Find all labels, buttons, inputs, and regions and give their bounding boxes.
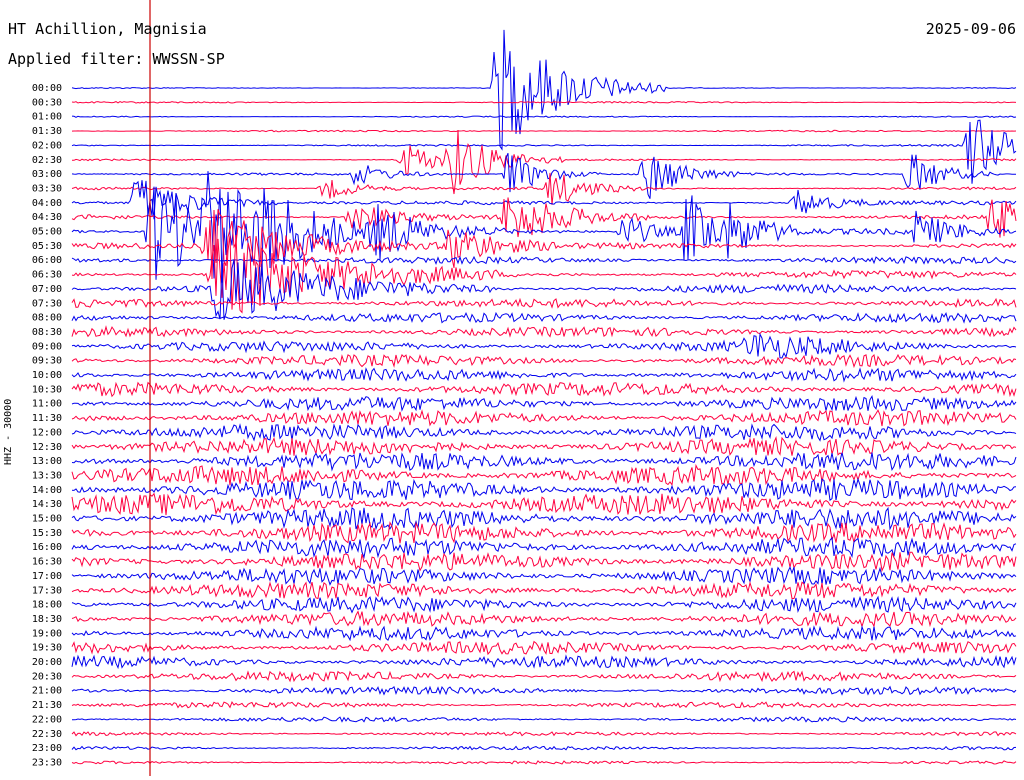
tick-label-0900: 09:00 <box>32 341 62 352</box>
tick-label-group: 00:00 00:30 01:00 01:30 02:00 02:30 03:00 03:30… <box>32 83 62 768</box>
trace-line-1330 <box>71 463 1017 486</box>
trace-line-1730 <box>71 581 1017 600</box>
tick-label-2000: 20:00 <box>32 657 62 668</box>
tick-label-1130: 11:30 <box>32 413 62 424</box>
trace-line-0100 <box>71 115 1017 118</box>
tick-label-0430: 04:30 <box>32 212 62 223</box>
trace-line-1230 <box>71 436 1017 456</box>
trace-line-1600 <box>71 536 1017 560</box>
trace-line-2200 <box>72 716 1017 723</box>
trace-line-1130 <box>71 409 1017 427</box>
tick-label-1300: 13:00 <box>32 456 62 467</box>
trace-line-0230 <box>72 129 1017 195</box>
channel-label: HHZ - 30000 <box>3 398 14 465</box>
tick-label-0730: 07:30 <box>32 298 62 309</box>
trace-line-1800 <box>71 595 1017 614</box>
tick-label-2030: 20:30 <box>32 671 62 682</box>
tick-label-1330: 13:30 <box>32 470 62 481</box>
trace-line-1500 <box>71 506 1017 531</box>
trace-line-2330 <box>71 760 1017 765</box>
tick-label-1400: 14:00 <box>32 485 62 496</box>
tick-label-1700: 17:00 <box>32 571 62 582</box>
trace-line-0330 <box>71 172 1017 205</box>
trace-line-2100 <box>71 685 1017 696</box>
trace-line-1430 <box>71 492 1017 516</box>
tick-label-1600: 16:00 <box>32 542 62 553</box>
trace-line-2230 <box>71 731 1017 737</box>
tick-label-0200: 02:00 <box>32 140 62 151</box>
trace-line-1630 <box>71 551 1017 573</box>
tick-label-0800: 08:00 <box>32 313 62 324</box>
trace-line-2300 <box>71 745 1017 751</box>
tick-label-1000: 10:00 <box>32 370 62 381</box>
tick-label-1430: 14:30 <box>32 499 62 510</box>
tick-label-2100: 21:00 <box>32 686 62 697</box>
trace-line-0800 <box>71 311 1017 324</box>
trace-line-1400 <box>71 477 1017 502</box>
tick-label-1630: 16:30 <box>32 557 62 568</box>
trace-line-1300 <box>71 452 1017 472</box>
trace-line-2130 <box>71 701 1017 709</box>
seismogram-view: 00:00 00:30 01:00 01:30 02:00 02:30 03:00 03:30… <box>0 0 1024 780</box>
tick-label-0600: 06:00 <box>32 255 62 266</box>
tick-label-2300: 23:00 <box>32 743 62 754</box>
trace-line-1900 <box>71 624 1017 642</box>
tick-label-2200: 22:00 <box>32 714 62 725</box>
tick-label-0100: 01:00 <box>32 112 62 123</box>
tick-label-1930: 19:30 <box>32 643 62 654</box>
trace-line-2000 <box>71 654 1017 670</box>
tick-label-1730: 17:30 <box>32 585 62 596</box>
tick-label-1530: 15:30 <box>32 528 62 539</box>
tick-label-0930: 09:30 <box>32 356 62 367</box>
tick-label-0000: 00:00 <box>32 83 62 94</box>
tick-label-0330: 03:30 <box>32 183 62 194</box>
filter-subtitle: Applied filter: WWSSN-SP <box>8 50 225 68</box>
trace-line-2030 <box>71 670 1017 683</box>
trace-line-1000 <box>71 367 1017 383</box>
tick-label-1800: 18:00 <box>32 600 62 611</box>
trace-line-1100 <box>71 395 1017 412</box>
tick-label-2130: 21:30 <box>32 700 62 711</box>
trace-line-0130 <box>71 129 1017 133</box>
tick-label-1200: 12:00 <box>32 427 62 438</box>
trace-group <box>71 29 1017 765</box>
tick-label-1900: 19:00 <box>32 628 62 639</box>
station-title: HT Achillion, Magnisia <box>8 20 207 38</box>
tick-label-0130: 01:30 <box>32 126 62 137</box>
tick-label-2230: 22:30 <box>32 729 62 740</box>
tick-label-0530: 05:30 <box>32 241 62 252</box>
tick-label-0300: 03:00 <box>32 169 62 180</box>
trace-line-1700 <box>71 566 1017 586</box>
helicorder-plot: 00:00 00:30 01:00 01:30 02:00 02:30 03:00 03:30… <box>32 0 1017 776</box>
tick-label-2330: 23:30 <box>32 757 62 768</box>
tick-label-1830: 18:30 <box>32 614 62 625</box>
trace-line-1830 <box>71 610 1017 629</box>
trace-line-1200 <box>71 423 1017 442</box>
trace-line-0830 <box>71 325 1017 338</box>
tick-label-1030: 10:30 <box>32 384 62 395</box>
trace-line-1930 <box>71 640 1017 656</box>
tick-label-0500: 05:00 <box>32 227 62 238</box>
trace-line-1030 <box>71 381 1017 398</box>
trace-line-1530 <box>71 521 1017 544</box>
date-label: 2025-09-06 <box>925 20 1016 38</box>
tick-label-0830: 08:30 <box>32 327 62 338</box>
tick-label-0400: 04:00 <box>32 198 62 209</box>
tick-label-0030: 00:30 <box>32 97 62 108</box>
tick-label-1500: 15:00 <box>32 514 62 525</box>
tick-label-1100: 11:00 <box>32 399 62 410</box>
trace-line-0930 <box>71 353 1017 369</box>
tick-label-0700: 07:00 <box>32 284 62 295</box>
tick-label-0230: 02:30 <box>32 155 62 166</box>
tick-label-1230: 12:30 <box>32 442 62 453</box>
tick-label-0630: 06:30 <box>32 270 62 281</box>
